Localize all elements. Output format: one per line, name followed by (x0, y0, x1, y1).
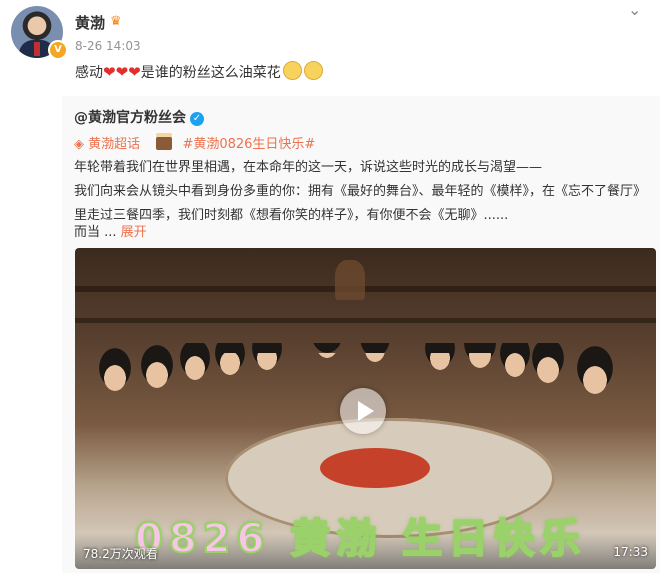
blue-verified-icon: ✓ (190, 112, 204, 126)
repost-body-last-line: 而当 ... 展开 (74, 221, 147, 240)
video-scene-hotpot (320, 448, 430, 488)
topic-row: ◈ 黄渤超话 #黄渤0826生日快乐# (74, 133, 315, 152)
expand-link[interactable]: 展开 (121, 225, 147, 240)
video-scene-shelf (75, 286, 656, 292)
verified-badge-icon: V (48, 40, 68, 60)
author-name[interactable]: 黄渤 (75, 12, 105, 33)
doge-emoji-icon (282, 61, 302, 80)
crown-icon: ♛ (110, 14, 122, 29)
chevron-down-icon[interactable]: ⌄ (628, 0, 641, 19)
post-text: 感动❤❤❤是谁的粉丝这么油菜花 (75, 61, 323, 82)
heart-icon: ❤ (128, 63, 141, 81)
heart-icon: ❤ (115, 63, 129, 81)
video-player[interactable]: 0826 黄渤 生日快乐 78.2万次观看 17:33 (75, 248, 656, 569)
repost-author[interactable]: @黄渤官方粉丝会 ✓ (74, 107, 204, 127)
play-icon[interactable] (340, 388, 386, 434)
repost-card[interactable]: @黄渤官方粉丝会 ✓ ◈ 黄渤超话 #黄渤0826生日快乐# 年轮带着我们在世界里… (62, 96, 660, 573)
repost-body-line: 而当 ... (74, 225, 121, 240)
repost-author-name[interactable]: @黄渤官方粉丝会 (74, 110, 186, 126)
supertalk-link[interactable]: 黄渤超话 (88, 137, 140, 152)
heart-icon: ❤ (103, 63, 116, 81)
glasses-emoji-icon (303, 61, 323, 80)
post-timestamp[interactable]: 8-26 14:03 (75, 39, 141, 53)
video-caption-overlay: 0826 黄渤 生日快乐 (134, 515, 587, 563)
post-text-start: 感动 (75, 65, 103, 81)
cake-icon (156, 133, 173, 150)
post-text-end: 是谁的粉丝这么油菜花 (140, 65, 281, 81)
weibo-post: V 黄渤 ♛ 8-26 14:03 ⌄ 感动❤❤❤是谁的粉丝这么油菜花 @黄渤官… (0, 0, 660, 573)
video-view-count: 78.2万次观看 (83, 547, 158, 561)
hashtag-link[interactable]: #黄渤0826生日快乐# (182, 137, 315, 152)
video-duration: 17:33 (613, 545, 648, 559)
supertalk-diamond-icon: ◈ (74, 137, 84, 152)
repost-body-line: 我们向来会从镜头中看到身份多重的你：拥有《最好的舞台》、最年轻的《模样》，在《忘… (74, 184, 647, 199)
video-scene-shelf (75, 318, 656, 323)
video-scene-lamp (335, 260, 365, 300)
avatar-tie (34, 42, 40, 56)
repost-body-line: 年轮带着我们在世界里相遇，在本命年的这一天，诉说这些时光的成长与渴望—— (74, 160, 543, 175)
